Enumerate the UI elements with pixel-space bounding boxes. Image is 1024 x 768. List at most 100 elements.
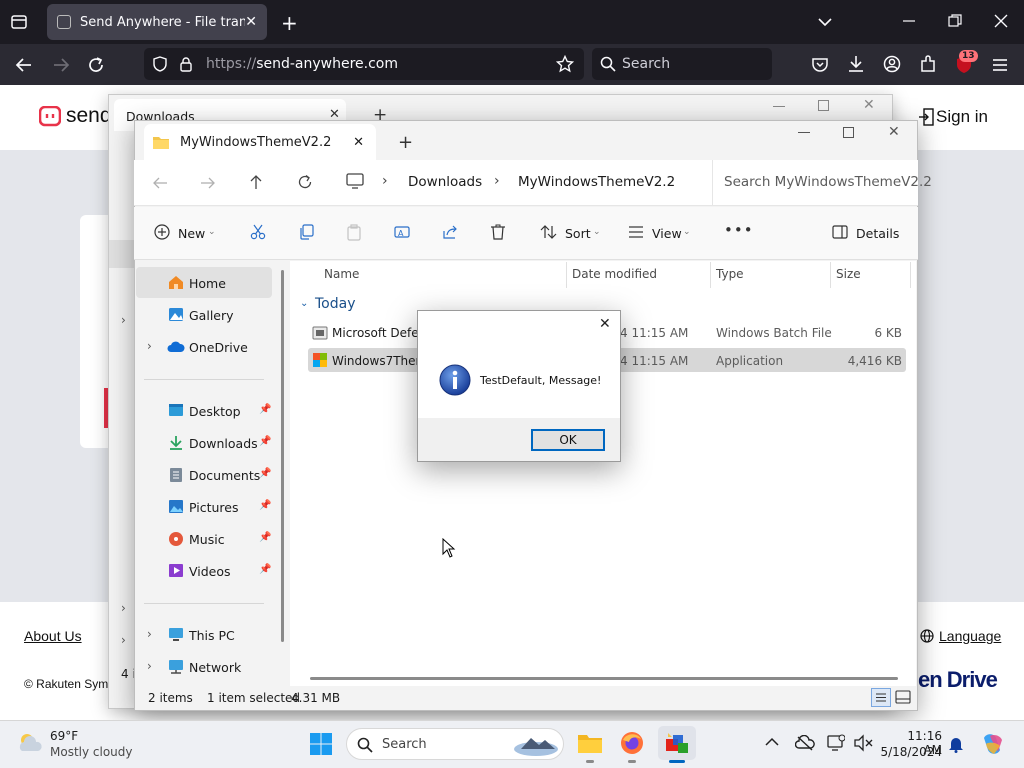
bookmark-star-icon[interactable] [556, 55, 574, 73]
downloads-icon[interactable] [847, 55, 865, 73]
horizontal-scrollbar[interactable] [310, 677, 898, 680]
tab-list-icon[interactable] [10, 13, 28, 31]
restore-icon[interactable] [948, 14, 962, 28]
column-header-type[interactable]: Type [716, 267, 744, 281]
nav-item-downloads[interactable]: Downloads [189, 436, 258, 451]
breadcrumb-downloads[interactable]: Downloads [408, 174, 482, 190]
paste-icon[interactable] [346, 224, 362, 241]
breadcrumb-chevron-icon[interactable]: › [382, 173, 388, 189]
about-us-link[interactable]: About Us [24, 628, 82, 644]
close-tab-icon[interactable]: ✕ [245, 14, 257, 30]
taskbar-search-box[interactable]: Search [346, 728, 564, 760]
column-divider-4[interactable] [910, 262, 911, 288]
weather-condition[interactable]: Mostly cloudy [50, 745, 133, 759]
downloads-close-icon[interactable]: ✕ [863, 97, 875, 113]
nav-item-music[interactable]: Music [189, 532, 225, 547]
sign-in-icon[interactable] [918, 108, 934, 126]
network-status-icon[interactable] [827, 734, 845, 752]
nav-item-desktop[interactable]: Desktop [189, 404, 241, 419]
column-header-name[interactable]: Name [324, 267, 359, 281]
nav-item-pictures[interactable]: Pictures [189, 500, 239, 515]
weather-temperature[interactable]: 69°F [50, 729, 78, 743]
pocket-icon[interactable] [811, 56, 829, 74]
nav-item-videos[interactable]: Videos [189, 564, 231, 579]
lock-icon[interactable] [179, 56, 193, 72]
column-divider-3[interactable] [830, 262, 831, 288]
breadcrumb-chevron-icon-2[interactable]: › [494, 173, 500, 189]
this-pc-expand-icon[interactable]: › [147, 627, 152, 641]
onedrive-offline-icon[interactable] [795, 735, 815, 751]
file-explorer-taskbar-icon[interactable] [577, 732, 603, 754]
theme-app-taskbar-icon[interactable] [664, 731, 690, 755]
sort-button[interactable]: Sort [565, 226, 591, 241]
volume-muted-icon[interactable] [853, 734, 873, 752]
explorer-back-icon[interactable] [152, 175, 168, 191]
explorer-close-icon[interactable]: ✕ [888, 124, 900, 140]
explorer-forward-icon[interactable] [200, 175, 216, 191]
close-window-icon[interactable] [994, 14, 1008, 28]
more-options-icon[interactable]: ••• [724, 221, 754, 239]
pin-icon-pictures[interactable]: 📌 [259, 500, 271, 511]
url-bar[interactable]: https://send-anywhere.com [144, 48, 584, 80]
new-plus-icon[interactable] [154, 224, 170, 240]
ok-button[interactable]: OK [531, 429, 605, 451]
breadcrumb-current-folder[interactable]: MyWindowsThemeV2.2 [518, 174, 675, 190]
extensions-icon[interactable] [919, 55, 937, 73]
nav-item-onedrive[interactable]: OneDrive [189, 340, 248, 355]
downloads-expand-chevron-icon-2[interactable]: › [121, 601, 126, 615]
explorer-search-box[interactable]: Search MyWindowsThemeV2.2 [724, 174, 932, 190]
view-button[interactable]: View [652, 226, 682, 241]
weather-cloud-icon[interactable] [16, 731, 44, 755]
firefox-taskbar-icon[interactable] [620, 731, 644, 755]
nav-pane-scrollbar[interactable] [281, 270, 284, 642]
network-expand-icon[interactable]: › [147, 659, 152, 673]
list-all-tabs-icon[interactable] [817, 14, 833, 30]
column-header-date[interactable]: Date modified [572, 267, 657, 281]
column-divider[interactable] [566, 262, 567, 288]
view-chevron-icon[interactable]: ⌄ [683, 227, 691, 237]
nav-item-documents[interactable]: Documents [189, 468, 260, 483]
monitor-icon[interactable] [346, 173, 364, 189]
shield-icon[interactable] [152, 56, 168, 72]
explorer-maximize-icon[interactable] [843, 127, 854, 138]
downloads-expand-chevron-icon-3[interactable]: › [121, 633, 126, 647]
column-divider-2[interactable] [710, 262, 711, 288]
dialog-close-icon[interactable]: ✕ [599, 316, 611, 332]
account-icon[interactable] [883, 55, 901, 73]
menu-hamburger-icon[interactable] [991, 56, 1009, 74]
pin-icon-videos[interactable]: 📌 [259, 564, 271, 575]
sort-chevron-icon[interactable]: ⌄ [593, 227, 601, 237]
pin-icon-music[interactable]: 📌 [259, 532, 271, 543]
pin-icon-downloads[interactable]: 📌 [259, 436, 271, 447]
sign-in-link[interactable]: Sign in [936, 107, 988, 127]
explorer-minimize-icon[interactable] [798, 132, 810, 133]
notification-bell-icon[interactable] [948, 735, 964, 753]
taskbar-clock-date[interactable]: 5/18/2024 [880, 745, 942, 759]
pin-icon-documents[interactable]: 📌 [259, 468, 271, 479]
downloads-maximize-icon[interactable] [818, 100, 829, 111]
group-collapse-icon[interactable]: ⌄ [300, 298, 308, 309]
file-name[interactable]: Microsoft Defen [332, 326, 426, 340]
nav-item-network[interactable]: Network [189, 660, 241, 675]
nav-item-this-pc[interactable]: This PC [189, 628, 235, 643]
tiles-view-toggle-icon[interactable] [895, 690, 911, 705]
rename-icon[interactable]: A [394, 224, 410, 240]
downloads-minimize-icon[interactable] [773, 106, 785, 107]
details-view-toggle-icon[interactable] [871, 688, 891, 707]
nav-item-home[interactable]: Home [189, 276, 226, 291]
file-name-selected[interactable]: Windows7Them [332, 354, 427, 368]
copy-icon[interactable] [298, 224, 314, 240]
copilot-icon[interactable] [980, 732, 1006, 756]
pin-icon-desktop[interactable]: 📌 [259, 404, 271, 415]
new-tab-button[interactable]: + [281, 11, 298, 35]
nav-item-gallery[interactable]: Gallery [189, 308, 234, 323]
details-pane-icon[interactable] [832, 225, 848, 239]
cut-icon[interactable] [250, 224, 266, 240]
onedrive-expand-icon[interactable]: › [147, 339, 152, 353]
reload-icon[interactable] [87, 56, 105, 74]
forward-arrow-icon[interactable] [52, 56, 70, 74]
windows-start-icon[interactable] [309, 732, 333, 756]
share-icon[interactable] [442, 224, 458, 240]
group-header-today[interactable]: Today [315, 296, 356, 312]
explorer-new-tab-button[interactable]: + [398, 132, 413, 153]
